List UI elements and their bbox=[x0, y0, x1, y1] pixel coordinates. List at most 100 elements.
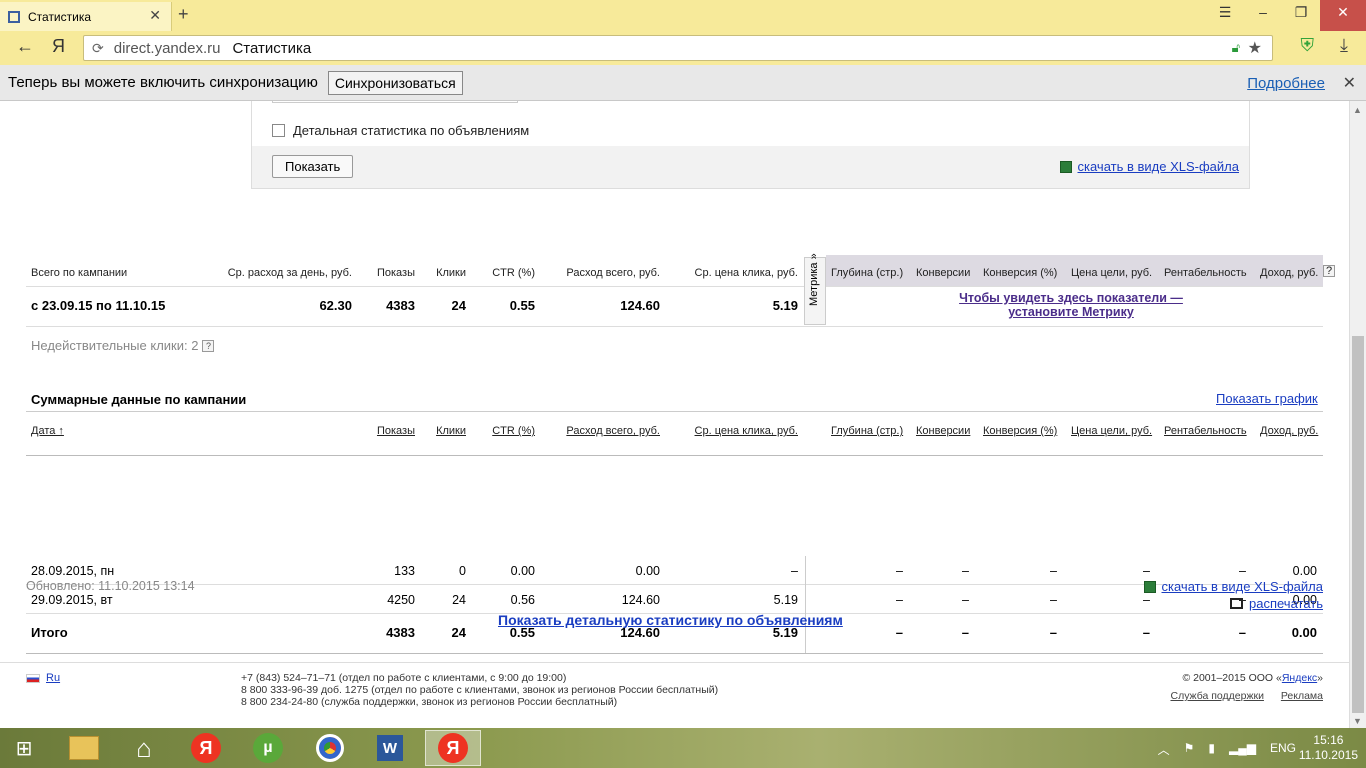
taskbar-yandex[interactable]: Я bbox=[178, 730, 234, 766]
excel-icon bbox=[1143, 580, 1156, 593]
yandex-link[interactable]: Яндекс bbox=[1282, 672, 1317, 684]
metrika-header: Цена цели, руб. bbox=[1071, 267, 1153, 279]
clock[interactable]: 15:16 11.10.2015 bbox=[1299, 733, 1358, 763]
clock-date: 11.10.2015 bbox=[1298, 748, 1358, 762]
scrollbar-thumb[interactable] bbox=[1352, 336, 1364, 713]
filter-field-stub[interactable] bbox=[272, 101, 518, 103]
sort-header[interactable]: Глубина (стр.) bbox=[831, 425, 903, 437]
xls-download-link-top[interactable]: скачать в виде XLS-файла bbox=[1059, 159, 1239, 174]
reload-icon[interactable]: ⟳ bbox=[92, 40, 104, 57]
taskbar-home[interactable]: ⌂ bbox=[116, 730, 172, 766]
scroll-down-icon[interactable]: ▼ bbox=[1353, 716, 1362, 726]
network-icon[interactable]: ▂▄▆ bbox=[1229, 741, 1256, 758]
help-icon[interactable]: ? bbox=[202, 339, 215, 352]
detail-table-title: Суммарные данные по кампании bbox=[31, 392, 247, 407]
browser-titlebar: Статистика ✕ + ☰ – ❐ ✕ bbox=[0, 0, 1366, 31]
show-graph-link[interactable]: Показать график bbox=[1216, 391, 1318, 406]
sort-header[interactable]: Показы bbox=[377, 425, 415, 437]
home-icon: ⌂ bbox=[136, 732, 152, 763]
action-center-icon[interactable]: ⚑ bbox=[1184, 741, 1195, 758]
row-cell: 0.56 bbox=[510, 593, 535, 607]
row-cell: 0.00 bbox=[635, 564, 660, 578]
detailed-stats-link[interactable]: Показать детальную статистику по объявле… bbox=[498, 612, 843, 628]
row-cell: 5.19 bbox=[773, 593, 798, 607]
install-metrika-link[interactable]: Чтобы увидеть здесь показатели — установ… bbox=[956, 291, 1186, 319]
taskbar-yandex-active[interactable]: Я bbox=[425, 730, 481, 766]
sync-button[interactable]: Синхронизоваться bbox=[327, 70, 463, 95]
support-link[interactable]: Служба поддержки bbox=[1170, 690, 1263, 702]
scroll-up-icon[interactable]: ▲ bbox=[1353, 105, 1362, 115]
row-cell: 0.00 bbox=[510, 564, 535, 578]
yandex-home-icon[interactable]: Я bbox=[52, 36, 65, 57]
total-cell: 4383 bbox=[386, 625, 415, 640]
browser-navbar: ← Я ⟳ direct.yandex.ru Статистика 🔓︎ ★ ⛨… bbox=[0, 31, 1366, 65]
taskbar-explorer[interactable] bbox=[56, 730, 112, 766]
windows-start-icon[interactable]: ⊞ bbox=[0, 730, 48, 766]
summary-cell: 0.55 bbox=[509, 298, 535, 313]
vertical-scrollbar[interactable]: ▲ ▼ bbox=[1349, 101, 1366, 728]
row-date: 28.09.2015, пн bbox=[31, 564, 115, 578]
new-tab-icon[interactable]: + bbox=[178, 4, 189, 25]
sort-header[interactable]: Клики bbox=[436, 425, 466, 437]
sort-header[interactable]: CTR (%) bbox=[492, 425, 535, 437]
contact-line: +7 (843) 524–71–71 (отдел по работе с кл… bbox=[241, 672, 567, 684]
back-icon[interactable]: ← bbox=[16, 36, 34, 57]
minimize-icon[interactable]: – bbox=[1244, 0, 1282, 31]
show-button[interactable]: Показать bbox=[272, 155, 354, 178]
window-close-icon[interactable]: ✕ bbox=[1320, 0, 1366, 31]
sort-header[interactable]: Конверсии bbox=[916, 425, 970, 437]
folder-icon bbox=[69, 736, 99, 760]
sort-date-header[interactable]: Дата ↑ bbox=[31, 425, 64, 437]
window-controls: ☰ – ❐ ✕ bbox=[1206, 0, 1366, 31]
sync-more-link[interactable]: Подробнее bbox=[1247, 75, 1325, 92]
menu-icon[interactable]: ☰ bbox=[1206, 0, 1244, 31]
input-language[interactable]: ENG bbox=[1270, 741, 1296, 758]
metrika-tab[interactable]: Метрика » bbox=[804, 253, 826, 325]
taskbar-word[interactable]: W bbox=[362, 730, 418, 766]
sort-header[interactable]: Рентабельность bbox=[1164, 425, 1247, 437]
sync-infobar: Теперь вы можете включить синхронизацию … bbox=[0, 65, 1366, 101]
bookmark-star-icon[interactable]: ★ bbox=[1248, 38, 1262, 58]
protect-shield-icon[interactable]: ⛨ bbox=[1301, 35, 1315, 56]
taskbar-utorrent[interactable]: µ bbox=[240, 730, 296, 766]
xls-download-link-bottom[interactable]: скачать в виде XLS-файла bbox=[1143, 579, 1324, 594]
tab-title: Статистика bbox=[28, 9, 92, 24]
detail-stats-checkbox[interactable] bbox=[272, 124, 285, 137]
print-link[interactable]: распечатать bbox=[1230, 596, 1323, 611]
download-icon[interactable]: ⤓ bbox=[1340, 35, 1348, 56]
xls-link-label: скачать в виде XLS-файла bbox=[1161, 579, 1324, 594]
summary-cell: 62.30 bbox=[319, 298, 352, 313]
lock-icon[interactable]: 🔓︎ bbox=[1232, 40, 1240, 56]
clock-time: 15:16 bbox=[1313, 733, 1344, 747]
row-cell: – bbox=[791, 564, 798, 578]
sort-header[interactable]: Цена цели, руб. bbox=[1071, 425, 1152, 437]
detail-header-row: Дата ↑ Показы Клики CTR (%) Расход всего… bbox=[26, 411, 1323, 456]
battery-icon[interactable]: ▮ bbox=[1208, 741, 1215, 758]
page-content: Детальная статистика по объявлениям Пока… bbox=[0, 101, 1349, 728]
help-icon[interactable]: ? bbox=[1323, 265, 1335, 277]
language-switch[interactable]: Ru bbox=[26, 672, 60, 684]
summary-cell: 4383 bbox=[386, 298, 415, 313]
taskbar-chrome[interactable] bbox=[302, 730, 358, 766]
sort-header[interactable]: Ср. цена клика, руб. bbox=[695, 425, 798, 437]
sort-header[interactable]: Расход всего, руб. bbox=[566, 425, 660, 437]
address-bar[interactable]: ⟳ direct.yandex.ru Статистика 🔓︎ ★ bbox=[83, 35, 1273, 61]
metrika-tab-label: Метрика » bbox=[808, 253, 820, 306]
summary-cell: 24 bbox=[451, 298, 466, 313]
detail-stats-label: Детальная статистика по объявлениям bbox=[293, 123, 530, 138]
sort-header[interactable]: Доход, руб. bbox=[1260, 425, 1318, 437]
ads-link[interactable]: Реклама bbox=[1281, 690, 1323, 702]
infobar-close-icon[interactable]: ✕ bbox=[1343, 73, 1356, 93]
browser-tab[interactable]: Статистика ✕ bbox=[0, 2, 172, 31]
tray-arrow-icon[interactable]: ︿ bbox=[1158, 741, 1170, 758]
row-cell: – bbox=[1050, 593, 1057, 607]
tab-close-icon[interactable]: ✕ bbox=[149, 7, 161, 24]
row-cell: 0.00 bbox=[1292, 564, 1317, 578]
restore-icon[interactable]: ❐ bbox=[1282, 0, 1320, 31]
url-host: direct.yandex.ru bbox=[113, 39, 221, 57]
row-cell: 0 bbox=[459, 564, 466, 578]
summary-cell: 5.19 bbox=[772, 298, 798, 313]
sort-header[interactable]: Конверсия (%) bbox=[983, 425, 1057, 437]
filter-panel-footer: Показать скачать в виде XLS-файла bbox=[252, 146, 1249, 188]
detail-stats-option[interactable]: Детальная статистика по объявлениям bbox=[272, 123, 529, 138]
